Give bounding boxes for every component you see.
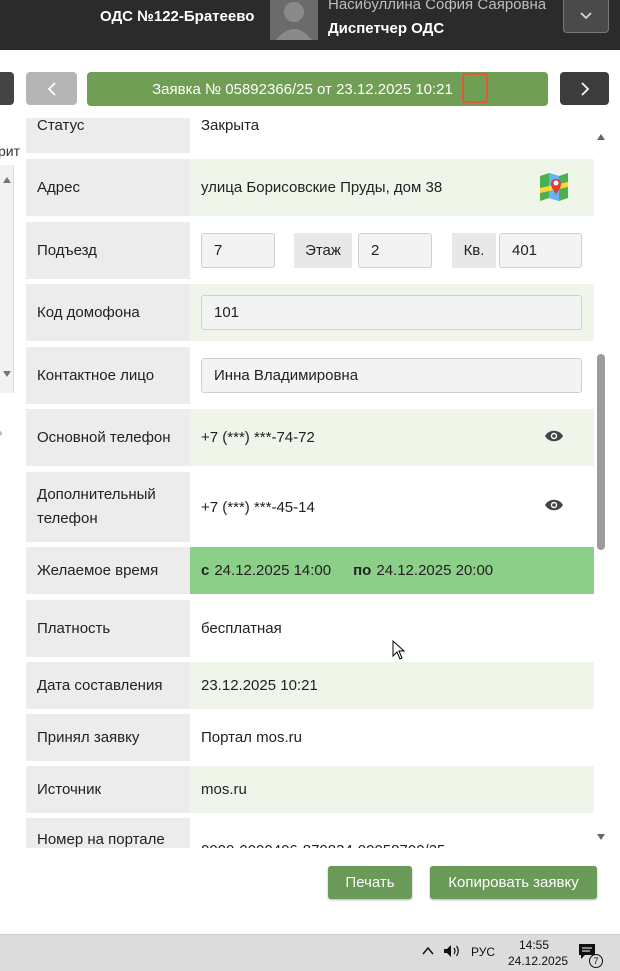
source-value: mos.ru	[190, 766, 594, 813]
row-main-phone: Основной телефон +7 (***) ***-74-72	[26, 409, 594, 466]
status-value: Закрыта	[190, 118, 594, 153]
extra-phone-cell: +7 (***) ***-45-14	[190, 472, 594, 542]
user-menu-button[interactable]	[563, 0, 609, 33]
desired-time-cell: с 24.12.2025 14:00 по 24.12.2025 20:00	[190, 547, 594, 594]
desired-time-from-label: с	[201, 562, 210, 579]
contact-input[interactable]: Инна Владимировна	[201, 358, 582, 393]
print-button[interactable]: Печать	[328, 866, 412, 899]
portal-number-label: Номер на портале	[26, 818, 190, 848]
row-status: Статус Закрыта	[26, 118, 594, 153]
chevron-left-icon	[47, 81, 56, 96]
address-value: улица Борисовские Пруды, дом 38	[201, 179, 443, 196]
ticket-flag-marker[interactable]	[462, 73, 488, 103]
desired-time-to-label: по	[353, 562, 372, 579]
user-role: Диспетчер ОДС	[328, 20, 445, 37]
apartment-label: Кв.	[452, 233, 496, 268]
accepted-by-label: Принял заявку	[26, 714, 190, 761]
desired-time-from-value: 24.12.2025 14:00	[214, 562, 332, 579]
row-address: Адрес улица Борисовские Пруды, дом 38	[26, 159, 594, 216]
entrance-input[interactable]: 7	[201, 233, 275, 268]
extra-phone-value: +7 (***) ***-45-14	[201, 498, 315, 516]
scroll-down-arrow[interactable]	[597, 834, 605, 840]
ticket-form: Статус Закрыта Адрес улица Борисовские П…	[26, 118, 594, 848]
apartment-input[interactable]: 401	[499, 233, 582, 268]
desired-time-label: Желаемое время	[26, 547, 190, 594]
notification-count: 7	[589, 954, 603, 968]
notification-icon[interactable]: 7	[578, 942, 603, 968]
floor-label: Этаж	[294, 233, 352, 268]
clock[interactable]: 14:55 24.12.2025	[508, 937, 569, 969]
payment-label: Платность	[26, 600, 190, 657]
created-label: Дата составления	[26, 662, 190, 709]
left-panel-text: рит	[0, 143, 21, 159]
next-ticket-button[interactable]	[560, 72, 609, 105]
source-label: Источник	[26, 766, 190, 813]
top-bar: ОДС №122-Братеево Насибуллина София Саяр…	[0, 0, 620, 50]
row-desired-time: Желаемое время с 24.12.2025 14:00 по 24.…	[26, 547, 594, 594]
contact-label: Контактное лицо	[26, 347, 190, 404]
desired-time-to-value: 24.12.2025 20:00	[376, 562, 494, 579]
address-label: Адрес	[26, 159, 190, 216]
map-icon[interactable]	[538, 170, 570, 206]
copy-ticket-button[interactable]: Копировать заявку	[430, 866, 597, 899]
mouse-cursor-icon	[392, 639, 406, 665]
row-created: Дата составления 23.12.2025 10:21	[26, 662, 594, 709]
row-extra-phone: Дополнительный телефон +7 (***) ***-45-1…	[26, 472, 594, 542]
speaker-icon[interactable]	[442, 943, 462, 964]
eye-icon[interactable]	[544, 429, 564, 447]
eye-icon[interactable]	[544, 498, 564, 516]
extra-phone-label-line1: Дополнительный	[37, 486, 156, 503]
status-label: Статус	[26, 118, 190, 153]
floor-input[interactable]: 2	[358, 233, 432, 268]
row-contact: Контактное лицо Инна Владимировна	[26, 347, 594, 404]
taskbar: РУС 14:55 24.12.2025 7	[0, 934, 620, 971]
user-name: Насибуллина София Саяровна	[328, 0, 547, 13]
main-phone-label: Основной телефон	[26, 409, 190, 466]
address-cell: улица Борисовские Пруды, дом 38	[190, 159, 594, 216]
intercom-cell: 101	[190, 284, 594, 341]
portal-number-value: 0000-0000406-879834-00058700/25	[190, 818, 594, 848]
intercom-input[interactable]: 101	[201, 295, 582, 330]
collapsed-panel-button[interactable]	[0, 72, 14, 105]
row-payment: Платность бесплатная	[26, 600, 594, 657]
row-source: Источник mos.ru	[26, 766, 594, 813]
scroll-thumb[interactable]	[597, 354, 605, 550]
avatar	[270, 0, 318, 40]
accepted-by-value: Портал mos.ru	[190, 714, 594, 761]
created-value: 23.12.2025 10:21	[190, 662, 594, 709]
entrance-cell: 7 Этаж 2 Кв. 401	[190, 222, 594, 279]
chevron-down-icon	[580, 12, 592, 20]
contact-cell: Инна Владимировна	[190, 347, 594, 404]
chevron-right-icon	[580, 81, 589, 96]
prev-ticket-button[interactable]	[26, 72, 77, 105]
entrance-label: Подъезд	[26, 222, 190, 279]
scroll-up-arrow[interactable]	[597, 134, 605, 140]
scroll-down-arrow[interactable]	[3, 371, 11, 377]
left-scrollbar[interactable]	[0, 165, 14, 393]
expand-panel-chevron[interactable]: ›	[0, 424, 3, 440]
tray-chevron-up-icon[interactable]	[421, 943, 435, 964]
row-entrance: Подъезд 7 Этаж 2 Кв. 401	[26, 222, 594, 279]
language-indicator[interactable]: РУС	[471, 945, 495, 959]
main-phone-cell: +7 (***) ***-74-72	[190, 409, 594, 466]
extra-phone-label-line2: телефон	[37, 510, 98, 527]
clock-time: 14:55	[518, 938, 550, 952]
scroll-up-arrow[interactable]	[3, 177, 11, 183]
row-accepted-by: Принял заявку Портал mos.ru	[26, 714, 594, 761]
clock-date: 24.12.2025	[508, 954, 569, 968]
intercom-label: Код домофона	[26, 284, 190, 341]
extra-phone-label: Дополнительный телефон	[26, 472, 190, 542]
form-scrollbar[interactable]	[594, 125, 608, 847]
org-name: ОДС №122-Братеево	[100, 8, 255, 25]
row-portal-number: Номер на портале 0000-0000406-879834-000…	[26, 818, 594, 848]
main-phone-value: +7 (***) ***-74-72	[201, 429, 315, 446]
row-intercom: Код домофона 101	[26, 284, 594, 341]
